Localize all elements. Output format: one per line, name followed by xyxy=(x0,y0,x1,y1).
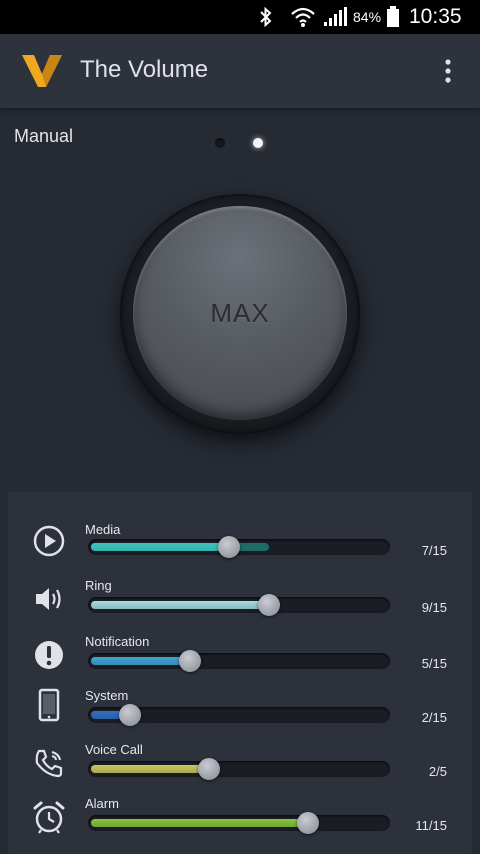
channel-label: Alarm xyxy=(85,796,119,811)
channel-value: 7/15 xyxy=(421,543,447,558)
volume-slider[interactable] xyxy=(88,758,390,780)
wifi-icon xyxy=(290,0,316,34)
volume-slider[interactable] xyxy=(88,704,390,726)
channel-value: 5/15 xyxy=(421,656,447,671)
alarm-clock-icon xyxy=(32,800,66,834)
channel-label: Voice Call xyxy=(85,742,143,757)
page-indicator-dot-1[interactable] xyxy=(215,138,225,148)
volume-slider[interactable] xyxy=(88,650,390,672)
slider-thumb[interactable] xyxy=(198,758,220,780)
slider-fill xyxy=(91,601,269,609)
slider-thumb[interactable] xyxy=(258,594,280,616)
slider-thumb[interactable] xyxy=(119,704,141,726)
channel-value: 9/15 xyxy=(421,600,447,615)
channel-row-media: Media 7/15 xyxy=(8,522,472,578)
slider-fill xyxy=(91,765,209,773)
slider-thumb[interactable] xyxy=(218,536,240,558)
channel-label: System xyxy=(85,688,129,703)
play-icon xyxy=(32,524,66,558)
channel-row-notification: Notification 5/15 xyxy=(8,634,472,690)
channel-value: 2/5 xyxy=(428,764,447,779)
mode-label: Manual xyxy=(14,126,74,146)
channel-label: Notification xyxy=(85,634,150,649)
page-indicator-dot-2-active[interactable] xyxy=(253,138,263,148)
channel-value: 2/15 xyxy=(421,710,447,725)
phone-call-icon xyxy=(32,746,66,780)
knob-label: MAX xyxy=(210,297,270,328)
channel-row-voice-call: Voice Call 2/5 xyxy=(8,742,472,798)
slider-thumb[interactable] xyxy=(179,650,201,672)
volume-slider[interactable] xyxy=(88,594,390,616)
slider-thumb[interactable] xyxy=(297,812,319,834)
volume-knob[interactable]: MAX xyxy=(133,206,347,420)
volume-slider[interactable] xyxy=(88,812,390,834)
status-time: 10:35 xyxy=(409,5,462,28)
slider-fill xyxy=(91,657,190,665)
status-bar: 84% 10:35 xyxy=(0,0,480,34)
app-bar: The Volume xyxy=(0,34,480,108)
app-logo-icon xyxy=(20,52,64,90)
bluetooth-icon xyxy=(258,0,274,34)
alert-icon xyxy=(32,638,66,672)
battery-icon xyxy=(386,0,400,34)
signal-icon xyxy=(322,0,348,34)
volume-channels-panel: Media 7/15 Ring 9/15 Notification 5/15 S… xyxy=(8,492,472,854)
speaker-icon xyxy=(32,582,66,616)
channel-label: Ring xyxy=(85,578,112,593)
channel-label: Media xyxy=(85,522,121,537)
slider-fill xyxy=(91,819,308,827)
channel-row-ring: Ring 9/15 xyxy=(8,578,472,634)
channel-value: 11/15 xyxy=(415,818,447,833)
battery-percent: 84% xyxy=(353,9,382,25)
channel-row-alarm: Alarm 11/15 xyxy=(8,796,472,852)
slider-fill xyxy=(91,543,229,551)
app-title: The Volume xyxy=(80,56,209,83)
volume-slider[interactable] xyxy=(88,536,390,558)
overflow-menu-icon[interactable] xyxy=(436,56,460,86)
channel-row-system: System 2/15 xyxy=(8,688,472,744)
phone-device-icon xyxy=(32,688,66,722)
